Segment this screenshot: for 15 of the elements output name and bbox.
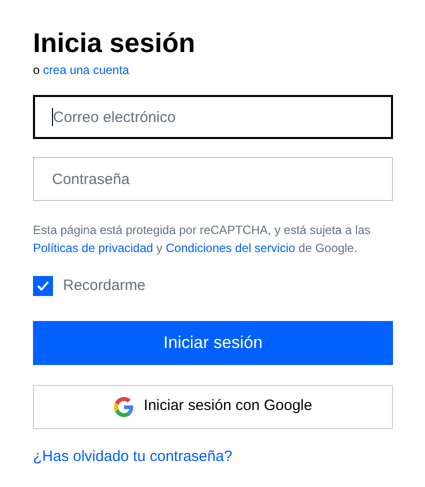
input-field[interactable]: Correo electrónico <box>33 95 393 139</box>
link[interactable]: Políticas de privacidad <box>33 241 154 255</box>
recaptcha-notice: Esta página está protegida por reCAPTCHA, y está sujeta a las Políticas de privacidad y Condiciones del servicio de Google. <box>33 222 372 257</box>
text-cursor <box>52 108 53 126</box>
link[interactable]: Condiciones del servicio <box>166 241 296 255</box>
forgot-password-link[interactable]: ¿Has olvidado tu contraseña? <box>33 446 232 468</box>
create-account-line: o crea una cuenta <box>33 62 130 79</box>
google-logo-icon <box>114 396 134 416</box>
check-icon <box>37 281 49 292</box>
page-title: Inicia sesión <box>33 28 196 58</box>
google-sign-in-button[interactable]: Iniciar sesión con Google <box>33 384 393 428</box>
checkbox[interactable] <box>33 276 53 296</box>
link[interactable]: crea una cuenta <box>43 63 130 77</box>
checkbox-label: Recordarme <box>63 276 146 296</box>
sign-in-button[interactable]: Iniciar sesión <box>33 320 393 364</box>
